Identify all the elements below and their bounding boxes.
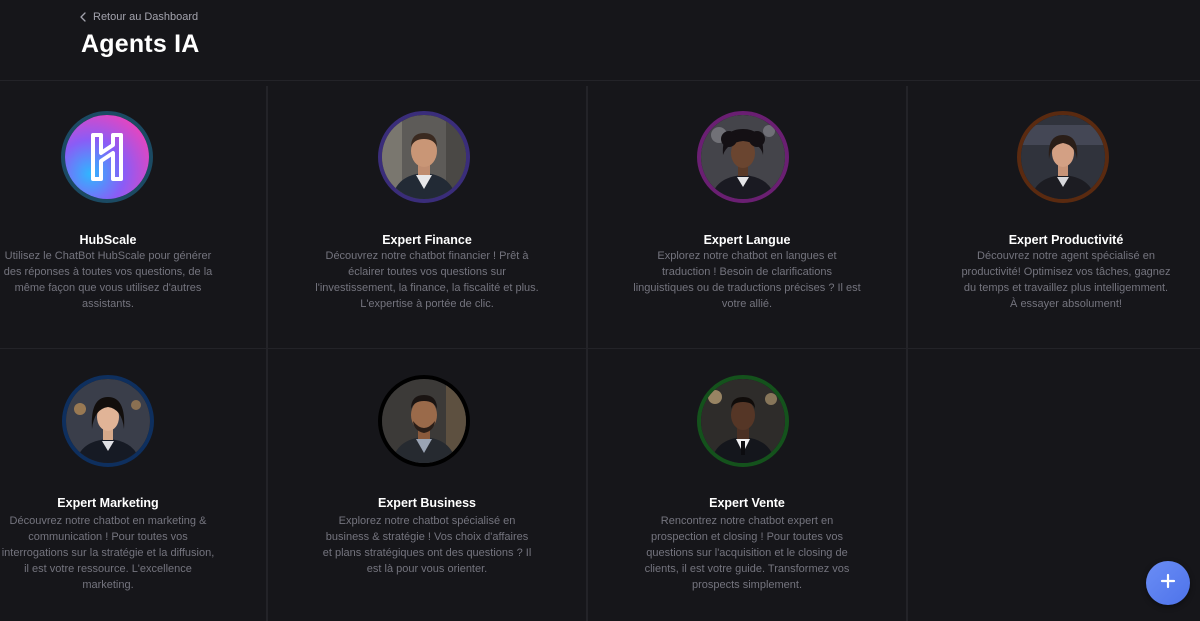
woman-portrait-icon [66,379,150,463]
agent-description: Découvrez notre agent spécialisé en prod… [961,250,1171,310]
agent-name: Expert Marketing [57,496,159,510]
agent-card-productivite[interactable]: Expert Productivité Découvrez notre agen… [908,86,1200,348]
man-portrait-icon [382,379,466,463]
agent-avatar [1017,111,1109,203]
man-portrait-icon [701,379,785,463]
agent-name: Expert Finance [382,233,472,247]
agents-page: Retour au Dashboard Agents IA HubScale U… [0,0,1200,621]
agent-name: HubScale [79,233,137,247]
add-agent-button[interactable] [1146,561,1190,605]
back-to-dashboard-link[interactable]: Retour au Dashboard [80,11,198,23]
agents-grid: HubScale Utilisez le ChatBot HubScale po… [0,86,1200,621]
agent-avatar [697,375,789,467]
agent-description: Découvrez notre chatbot en marketing & c… [1,515,215,591]
agent-avatar [61,111,153,203]
agent-avatar [378,111,470,203]
agent-avatar [62,375,154,467]
agent-card-business[interactable]: Expert Business Explorez notre chatbot s… [268,349,586,621]
agent-card-vente[interactable]: Expert Vente Rencontrez notre chatbot ex… [588,349,906,621]
agent-card-marketing[interactable]: Expert Marketing Découvrez notre chatbot… [0,349,266,621]
agent-description: Explorez notre chatbot spécialisé en bus… [322,515,532,575]
agent-card-finance[interactable]: Expert Finance Découvrez notre chatbot f… [268,86,586,348]
woman-portrait-icon [701,115,785,199]
plus-icon [1160,573,1176,594]
agent-avatar [378,375,470,467]
back-link-label: Retour au Dashboard [93,11,199,23]
agent-description: Utilisez le ChatBot HubScale pour génére… [3,250,213,310]
man-portrait-icon [382,115,466,199]
agent-description: Explorez notre chatbot en langues et tra… [633,250,861,310]
agent-name: Expert Vente [709,496,785,510]
page-title: Agents IA [81,30,200,58]
agent-card-langue[interactable]: Expert Langue Explorez notre chatbot en … [588,86,906,348]
page-header: Retour au Dashboard Agents IA [0,0,1200,81]
agent-avatar [697,111,789,203]
woman-portrait-icon [1021,115,1105,199]
agent-description: Rencontrez notre chatbot expert en prosp… [644,515,850,591]
agent-name: Expert Langue [703,233,791,247]
agent-name: Expert Business [378,496,476,510]
agent-name: Expert Productivité [1008,233,1124,247]
agent-description: Découvrez notre chatbot financier ! Prêt… [315,250,539,310]
chevron-left-icon [80,12,86,22]
agent-card-hubscale[interactable]: HubScale Utilisez le ChatBot HubScale po… [0,86,266,348]
hubscale-logo-icon [65,115,149,199]
